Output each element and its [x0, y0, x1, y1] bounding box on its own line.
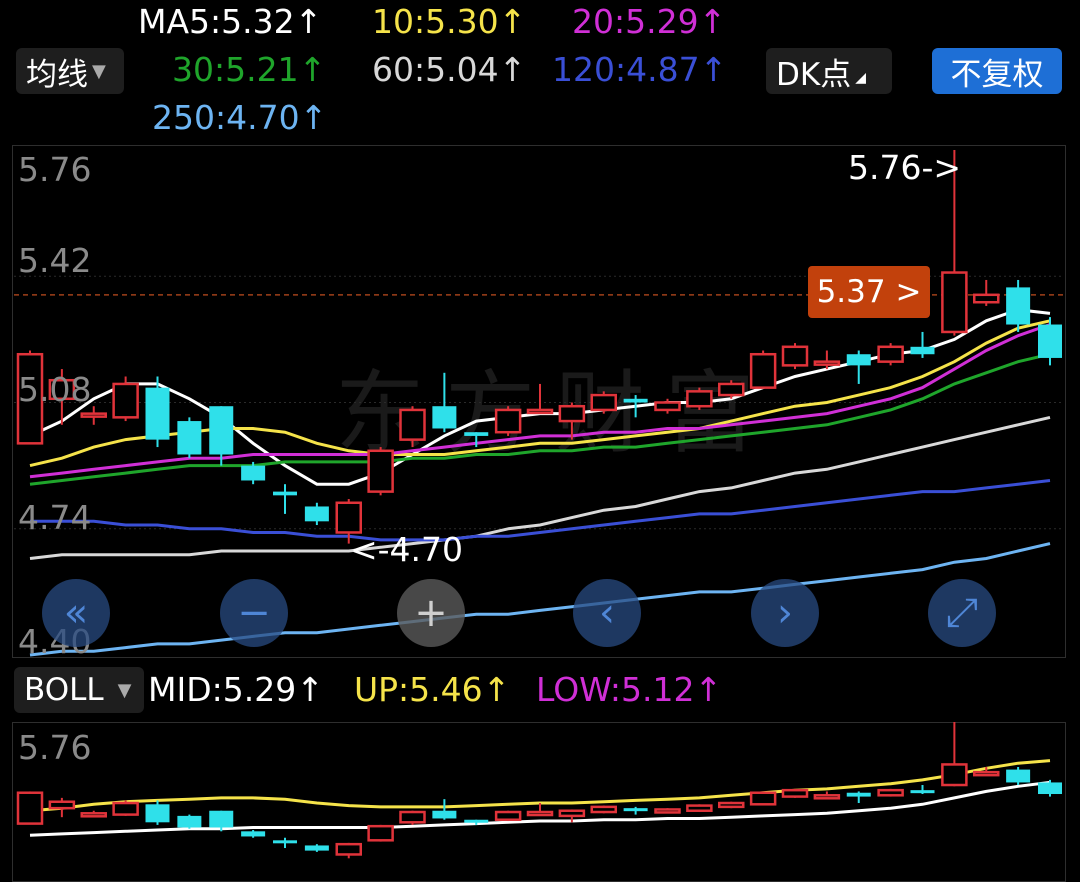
boll-candle-up [16, 791, 44, 825]
boll-candle-down [432, 810, 457, 819]
boll-candle-up [781, 788, 809, 798]
boll-candle-up [112, 801, 139, 816]
boll-y-tick-label: 5.76 [18, 728, 92, 767]
boll-candle-up [526, 810, 554, 817]
boll-candle-down [910, 790, 935, 794]
boll-candle-down [1006, 769, 1031, 783]
boll-candle-down [846, 792, 871, 797]
boll-candle-down [464, 819, 489, 823]
boll-candle-down [623, 808, 648, 812]
boll-chart[interactable] [0, 0, 1080, 863]
boll-candle-down [145, 804, 170, 823]
boll-candle-down [177, 815, 202, 828]
boll-candle-up [80, 812, 107, 818]
boll-candle-up [718, 801, 745, 809]
boll-candle-up [558, 809, 586, 818]
boll-candle-up [941, 763, 968, 787]
boll-candle-up [749, 791, 777, 806]
boll-candle-down [241, 831, 266, 837]
boll-candle-up [973, 770, 1000, 777]
boll-candle-up [335, 842, 362, 856]
boll-candle-up [654, 808, 681, 814]
boll-group [16, 722, 1062, 859]
boll-candle-down [1038, 782, 1062, 795]
boll-candle-up [399, 810, 426, 824]
boll-candle-down [304, 845, 329, 851]
boll-candle-down [273, 840, 297, 844]
boll-candle-up [813, 794, 841, 800]
boll-candle-up [48, 800, 76, 810]
boll-candle-down [209, 810, 234, 828]
boll-candle-up [877, 788, 904, 797]
boll-candle-up [590, 805, 617, 814]
boll-candle-up [686, 804, 713, 812]
boll-candle-up [494, 810, 522, 821]
boll-candle-up [367, 824, 394, 842]
